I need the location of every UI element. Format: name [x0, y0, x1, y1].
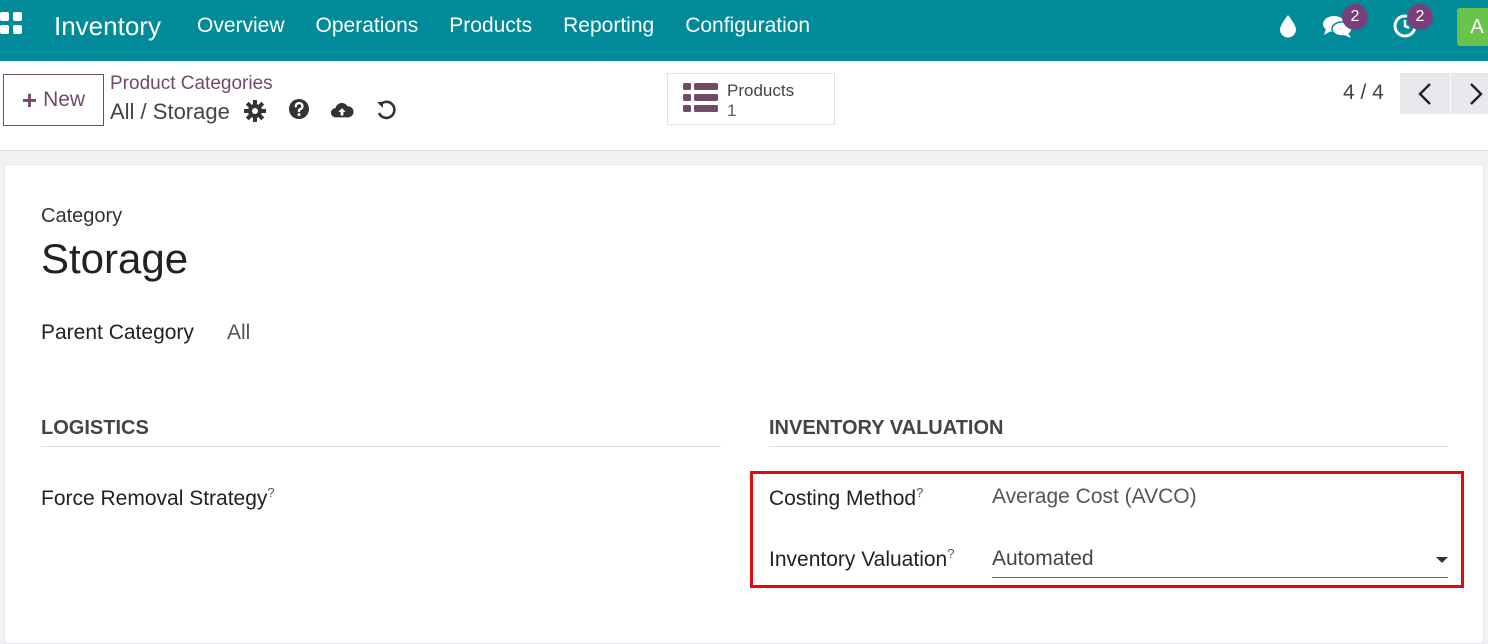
plus-icon: +	[21, 85, 38, 115]
chevron-right-icon	[1470, 82, 1483, 105]
messages-badge: 2	[1342, 4, 1368, 30]
parent-category-field[interactable]: All	[227, 321, 250, 345]
category-label: Category	[41, 205, 123, 227]
menu-configuration[interactable]: Configuration	[685, 14, 810, 38]
help-tooltip-marker[interactable]: ?	[916, 485, 923, 500]
category-name-field[interactable]: Storage	[41, 235, 188, 283]
menu-reporting[interactable]: Reporting	[563, 14, 654, 38]
inventory-valuation-divider	[769, 446, 1448, 447]
activities-badge: 2	[1407, 4, 1433, 30]
inventory-valuation-value: Automated	[992, 547, 1094, 570]
pager-value[interactable]: 4 / 4	[1343, 81, 1384, 105]
breadcrumb-parent[interactable]: Product Categories	[110, 73, 273, 95]
help-tooltip-marker[interactable]: ?	[947, 546, 954, 561]
apps-menu-icon[interactable]	[0, 12, 28, 40]
gear-icon[interactable]	[243, 99, 267, 123]
force-removal-strategy-text: Force Removal Strategy	[41, 487, 268, 510]
costing-method-label: Costing Method?	[769, 485, 923, 511]
chevron-left-icon	[1418, 82, 1431, 105]
new-button[interactable]: + New	[3, 74, 104, 126]
user-avatar[interactable]: A	[1457, 8, 1488, 46]
list-icon	[683, 83, 718, 112]
inventory-valuation-label: Inventory Valuation?	[769, 546, 954, 572]
cloud-upload-icon[interactable]	[330, 98, 354, 122]
inventory-valuation-select[interactable]: Automated	[992, 544, 1448, 578]
droplet-icon[interactable]	[1278, 14, 1298, 38]
caret-down-icon	[1436, 557, 1448, 563]
menu-products[interactable]: Products	[449, 14, 532, 38]
control-panel: + New Product Categories All / Storage P…	[0, 61, 1488, 151]
app-title[interactable]: Inventory	[54, 11, 161, 42]
main-menu: Overview Operations Products Reporting C…	[197, 14, 810, 38]
logistics-divider	[41, 446, 721, 447]
parent-category-label: Parent Category	[41, 321, 194, 344]
pager-previous-button[interactable]	[1400, 73, 1450, 114]
inventory-valuation-text: Inventory Valuation	[769, 548, 948, 571]
discard-icon[interactable]	[374, 98, 398, 122]
force-removal-strategy-label: Force Removal Strategy?	[41, 485, 275, 511]
breadcrumb-current: All / Storage	[110, 99, 230, 124]
form-sheet: Category Storage Parent Category All LOG…	[4, 164, 1484, 644]
menu-overview[interactable]: Overview	[197, 14, 285, 38]
menu-operations[interactable]: Operations	[316, 14, 419, 38]
smart-button-count: 1	[727, 101, 737, 120]
products-smart-button[interactable]: Products 1	[667, 73, 835, 125]
top-navbar: Inventory Overview Operations Products R…	[0, 0, 1488, 61]
costing-method-text: Costing Method	[769, 487, 917, 510]
logistics-section-title: LOGISTICS	[41, 417, 149, 439]
help-tooltip-marker[interactable]: ?	[267, 485, 274, 500]
new-button-label: New	[43, 88, 86, 111]
inventory-valuation-section-title: INVENTORY VALUATION	[769, 417, 1004, 439]
help-icon[interactable]	[287, 97, 311, 121]
pager-next-button[interactable]	[1451, 73, 1488, 114]
smart-button-label: Products	[727, 81, 795, 100]
costing-method-field[interactable]: Average Cost (AVCO)	[992, 485, 1197, 509]
